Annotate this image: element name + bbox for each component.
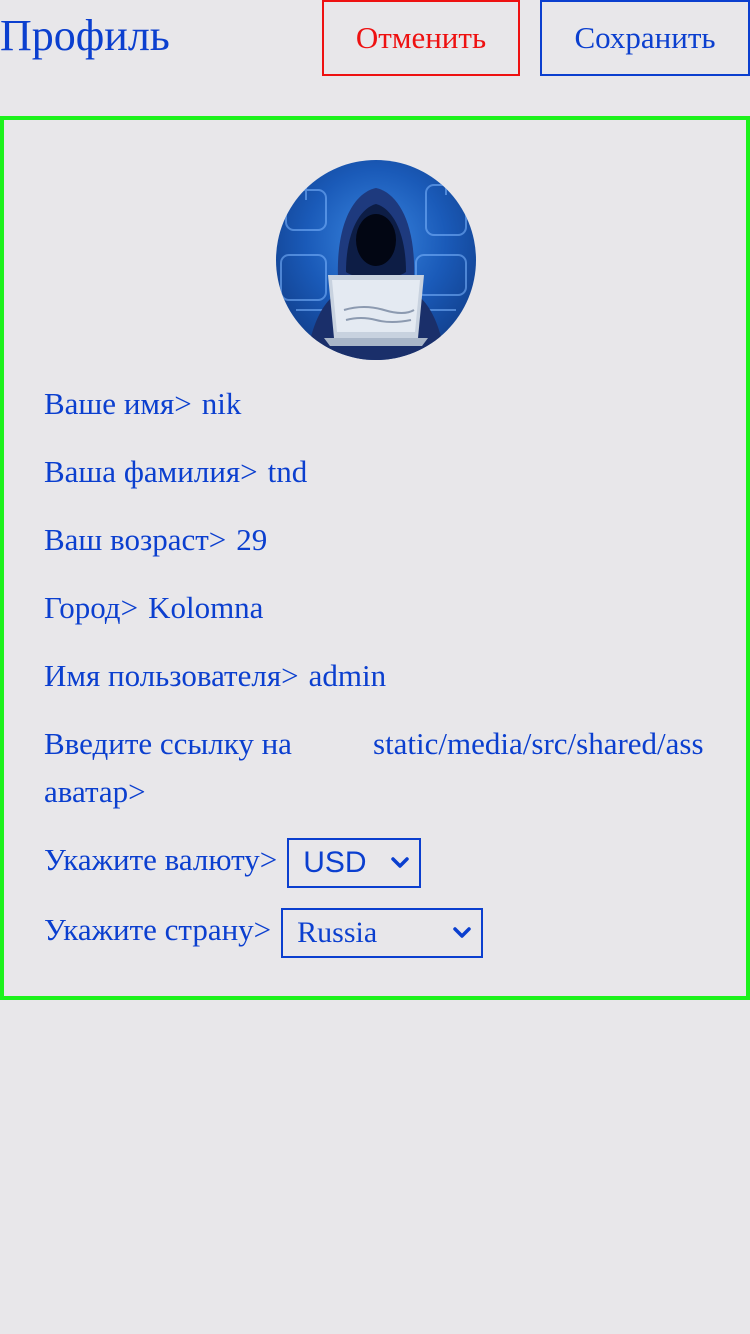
country-select[interactable]: Russia bbox=[281, 907, 484, 958]
last-name-label: Ваша фамилия> bbox=[44, 454, 258, 489]
save-button[interactable]: Сохранить bbox=[540, 0, 750, 76]
avatar-link-row: Введите ссылку на аватар> static/media/s… bbox=[44, 720, 708, 816]
country-row: Укажите страну> Russia bbox=[44, 906, 484, 958]
city-label: Город> bbox=[44, 590, 139, 625]
username-row: Имя пользователя> admin bbox=[44, 652, 386, 700]
currency-label: Укажите валюту> bbox=[44, 842, 278, 877]
hacker-avatar-icon bbox=[276, 160, 476, 360]
city-field[interactable]: Kolomna bbox=[148, 590, 263, 625]
age-field[interactable]: 29 bbox=[236, 522, 267, 557]
currency-selected-value: USD bbox=[303, 845, 367, 879]
username-field[interactable]: admin bbox=[309, 658, 387, 693]
country-selected-value: Russia bbox=[297, 915, 378, 949]
profile-card: Ваше имя> nik Ваша фамилия> tnd Ваш возрас… bbox=[0, 116, 750, 1000]
last-name-field[interactable]: tnd bbox=[268, 454, 308, 489]
first-name-row: Ваше имя> nik bbox=[44, 380, 241, 428]
cancel-button[interactable]: Отменить bbox=[322, 0, 520, 76]
avatar-link-field[interactable]: static/media/src/shared/ass bbox=[373, 720, 708, 768]
first-name-field[interactable]: nik bbox=[202, 386, 242, 421]
age-label: Ваш возраст> bbox=[44, 522, 227, 557]
username-label: Имя пользователя> bbox=[44, 658, 299, 693]
header: Профиль Отменить Сохранить bbox=[0, 0, 750, 80]
currency-select[interactable]: USD bbox=[287, 837, 422, 888]
country-label: Укажите страну> bbox=[44, 912, 272, 947]
page-title: Профиль bbox=[0, 11, 170, 60]
last-name-row: Ваша фамилия> tnd bbox=[44, 448, 307, 496]
age-row: Ваш возраст> 29 bbox=[44, 516, 267, 564]
chevron-down-icon bbox=[391, 857, 409, 868]
first-name-label: Ваше имя> bbox=[44, 386, 192, 421]
chevron-down-icon bbox=[453, 927, 471, 938]
currency-row: Укажите валюту> USD bbox=[44, 836, 422, 888]
city-row: Город> Kolomna bbox=[44, 584, 263, 632]
avatar-link-label: Введите ссылку на аватар> bbox=[44, 726, 292, 809]
